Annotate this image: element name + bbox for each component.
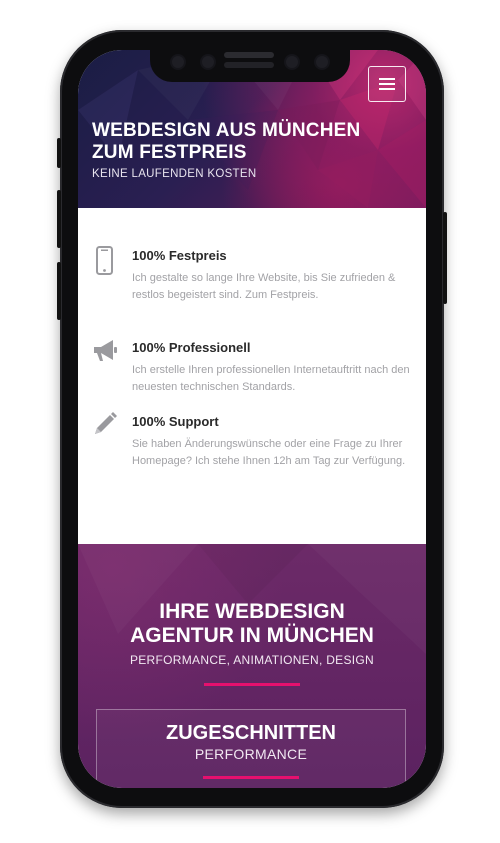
feature-text: Sie haben Änderungswünsche oder eine Fra… xyxy=(132,438,406,467)
hero-subtitle: KEINE LAUFENDEN KOSTEN xyxy=(92,168,257,180)
feature-title: 100% Professionell xyxy=(132,340,251,355)
card-title: ZUGESCHNITTEN xyxy=(166,722,336,744)
accent-divider xyxy=(204,683,300,686)
speaker-grille xyxy=(224,62,274,68)
feature-title: 100% Support xyxy=(132,414,219,429)
card-accent-divider xyxy=(203,776,299,779)
phone-volume-up-button xyxy=(57,190,61,248)
agentur-subtitle: PERFORMANCE, ANIMATIONEN, DESIGN xyxy=(129,653,375,667)
feature-text: Ich erstelle Ihren professionellen Inter… xyxy=(132,364,410,393)
feature-text: Ich gestalte so lange Ihre Website, bis … xyxy=(132,272,396,301)
speaker-grille xyxy=(224,52,274,58)
hero-title: WEBDESIGN AUS MÜNCHEN ZUM FESTPREIS xyxy=(92,120,361,163)
smartphone-icon xyxy=(96,246,113,275)
menu-button[interactable] xyxy=(368,66,406,102)
phone-notch xyxy=(150,44,350,82)
agentur-title: IHRE WEBDESIGN AGENTUR IN MÜNCHEN xyxy=(130,600,374,647)
features-section: 100% Festpreis Ich gestalte so lange Ihr… xyxy=(78,208,426,544)
megaphone-icon xyxy=(94,340,117,361)
phone-power-button xyxy=(443,212,447,304)
hamburger-menu-icon xyxy=(379,78,395,90)
feature-card-zugeschnitten: ZUGESCHNITTEN PERFORMANCE xyxy=(96,709,406,788)
feature-title: 100% Festpreis xyxy=(132,248,227,263)
phone-silent-switch xyxy=(57,138,61,168)
card-subtitle: PERFORMANCE xyxy=(194,746,308,762)
sensor-icon xyxy=(202,56,214,68)
phone-screen: WEBDESIGN AUS MÜNCHEN ZUM FESTPREIS KEIN… xyxy=(78,50,426,788)
phone-volume-down-button xyxy=(57,262,61,320)
agentur-section: IHRE WEBDESIGN AGENTUR IN MÜNCHEN PERFOR… xyxy=(78,544,426,788)
sensor-icon xyxy=(286,56,298,68)
camera-icon xyxy=(172,56,184,68)
sensor-icon xyxy=(316,56,328,68)
pencil-icon xyxy=(95,412,117,434)
